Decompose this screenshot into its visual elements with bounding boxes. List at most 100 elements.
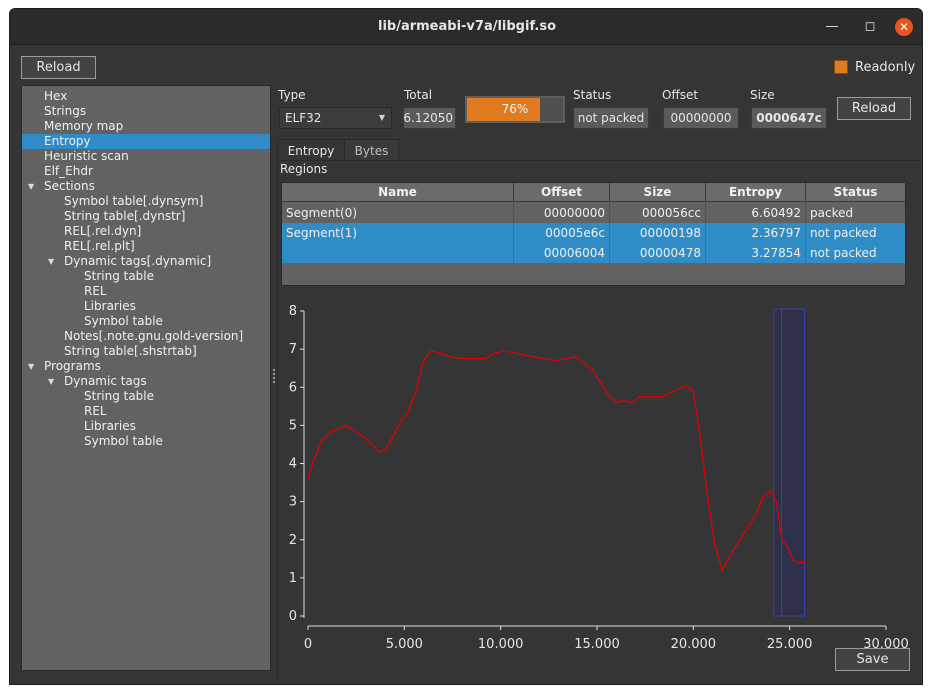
x-tick-label: 5.000 xyxy=(386,637,423,652)
readonly-label: Readonly xyxy=(855,60,916,75)
regions-label: Regions xyxy=(280,162,328,176)
y-tick-label: 4 xyxy=(289,457,297,472)
size-label: Size xyxy=(750,88,775,102)
minimize-icon[interactable]: — xyxy=(823,18,841,36)
cell-status: packed xyxy=(810,206,854,220)
navigation-tree[interactable]: Hex Strings Memory map Entropy Heuristic sca… xyxy=(21,85,271,671)
tree-item[interactable]: REL xyxy=(22,284,270,299)
regions-table[interactable]: Name Offset Size Entropy Status Segment(… xyxy=(281,182,906,286)
expand-arrow-icon[interactable]: ▼ xyxy=(48,254,54,269)
total-value-text: 6.12050 xyxy=(403,111,453,125)
tree-item[interactable]: ▼ Dynamic tags[.dynamic] xyxy=(22,254,270,269)
table-row[interactable]: Segment(1) 00005e6c 00000198 2.36797 not… xyxy=(282,223,905,243)
tree-item[interactable]: ▼ Programs xyxy=(22,359,270,374)
status-label: Status xyxy=(573,88,612,102)
tree-item[interactable]: Libraries xyxy=(22,419,270,434)
tree-item[interactable]: REL xyxy=(22,404,270,419)
cell-size: 00000478 xyxy=(610,243,706,263)
tree-item-label: REL xyxy=(84,404,107,418)
cell-size: 000056cc xyxy=(610,203,706,223)
tree-item-label: Dynamic tags xyxy=(64,374,147,388)
table-row[interactable]: Segment(0) 00000000 000056cc 6.60492 pac… xyxy=(282,203,905,223)
cell-entropy: 3.27854 xyxy=(706,243,806,263)
table-row[interactable]: 00006004 00000478 3.27854 not packed xyxy=(282,243,905,263)
cell-status: not packed xyxy=(810,226,877,240)
tree-item-label: Symbol table[.dynsym] xyxy=(64,194,204,208)
tree-item[interactable]: Memory map xyxy=(22,119,270,134)
entropy-series-line xyxy=(307,350,806,572)
tree-item-label: REL xyxy=(84,284,107,298)
tab-entropy[interactable]: Entropy xyxy=(277,139,345,161)
tree-item[interactable]: Symbol table xyxy=(22,434,270,449)
tree-item[interactable]: Notes[.note.gnu.gold-version] xyxy=(22,329,270,344)
tree-item-label: Libraries xyxy=(84,419,136,433)
type-select[interactable]: ELF32 ▼ xyxy=(279,107,392,129)
cell-offset: 00006004 xyxy=(514,243,610,263)
expand-arrow-icon[interactable]: ▼ xyxy=(28,359,34,374)
tree-item[interactable]: ▼ Sections xyxy=(22,179,270,194)
column-header-entropy[interactable]: Entropy xyxy=(706,183,806,202)
tree-item[interactable]: Heuristic scan xyxy=(22,149,270,164)
tree-item-label: String table[.dynstr] xyxy=(64,209,186,223)
tree-item[interactable]: ▼ Dynamic tags xyxy=(22,374,270,389)
tree-item-label: String table xyxy=(84,269,155,283)
cell-status: not packed xyxy=(810,246,877,260)
cell-name: Segment(0) xyxy=(282,203,514,223)
tree-item[interactable]: String table[.dynstr] xyxy=(22,209,270,224)
y-tick-label: 5 xyxy=(289,418,297,433)
reload-button[interactable]: Reload xyxy=(21,56,96,79)
entropy-chart[interactable]: 0123456780 5.000 10.000 15.000 20.000 25.000 3… xyxy=(277,289,923,659)
y-tick-label: 2 xyxy=(289,533,297,548)
tree-item[interactable]: Strings xyxy=(22,104,270,119)
tree-item-label: Dynamic tags[.dynamic] xyxy=(64,254,212,268)
tree-item[interactable]: Hex xyxy=(22,89,270,104)
tree-item[interactable]: Elf_Ehdr xyxy=(22,164,270,179)
column-header-name[interactable]: Name xyxy=(282,183,514,202)
tree-item-label: REL[.rel.dyn] xyxy=(64,224,142,238)
entropy-progress-bar: 76% xyxy=(465,96,565,123)
save-button[interactable]: Save xyxy=(835,648,910,671)
tree-item-label: Entropy xyxy=(44,134,91,148)
tree-item[interactable]: Libraries xyxy=(22,299,270,314)
close-icon[interactable]: ✕ xyxy=(895,18,913,36)
cell-name: Segment(1) xyxy=(282,223,514,243)
readonly-checkbox[interactable]: Readonly xyxy=(834,60,922,76)
total-label: Total xyxy=(404,88,433,102)
x-tick-label: 10.000 xyxy=(478,637,523,652)
tree-item-label: Symbol table xyxy=(84,434,163,448)
y-tick-label: 6 xyxy=(289,380,297,395)
expand-arrow-icon[interactable]: ▼ xyxy=(48,374,54,389)
tree-item-label: REL[.rel.plt] xyxy=(64,239,135,253)
window-title: lib/armeabi-v7a/libgif.so xyxy=(377,19,556,34)
tree-item[interactable]: Entropy xyxy=(22,134,270,149)
column-header-size[interactable]: Size xyxy=(610,183,706,202)
x-tick-label: 25.000 xyxy=(767,637,813,652)
column-header-offset[interactable]: Offset xyxy=(514,183,610,202)
splitter-handle[interactable] xyxy=(273,369,276,385)
tree-item-label: Elf_Ehdr xyxy=(44,164,93,178)
type-label: Type xyxy=(278,88,306,102)
selection-region xyxy=(773,308,806,617)
tree-item[interactable]: Symbol table[.dynsym] xyxy=(22,194,270,209)
chevron-down-icon[interactable]: ▼ xyxy=(379,108,385,128)
title-bar: lib/armeabi-v7a/libgif.so — ◻ ✕ xyxy=(10,9,922,45)
tree-item[interactable]: String table xyxy=(22,269,270,284)
tree-item[interactable]: String table[.shstrtab] xyxy=(22,344,270,359)
cell-name xyxy=(282,243,514,263)
tree-item[interactable]: REL[.rel.plt] xyxy=(22,239,270,254)
tree-item[interactable]: REL[.rel.dyn] xyxy=(22,224,270,239)
entropy-reload-button[interactable]: Reload xyxy=(837,97,911,120)
offset-label: Offset xyxy=(662,88,699,102)
tree-item[interactable]: String table xyxy=(22,389,270,404)
tree-item-label: Notes[.note.gnu.gold-version] xyxy=(64,329,244,343)
cell-offset: 00005e6c xyxy=(514,223,610,243)
maximize-icon[interactable]: ◻ xyxy=(861,18,879,36)
tab-bytes[interactable]: Bytes xyxy=(344,139,399,161)
tree-item[interactable]: Symbol table xyxy=(22,314,270,329)
checkbox-checked-icon[interactable] xyxy=(834,60,848,74)
expand-arrow-icon[interactable]: ▼ xyxy=(28,179,34,194)
tree-item-label: String table xyxy=(84,389,155,403)
size-value: 0000647c xyxy=(751,107,827,129)
column-header-status[interactable]: Status xyxy=(806,183,905,202)
y-tick-label: 0 xyxy=(289,609,297,624)
